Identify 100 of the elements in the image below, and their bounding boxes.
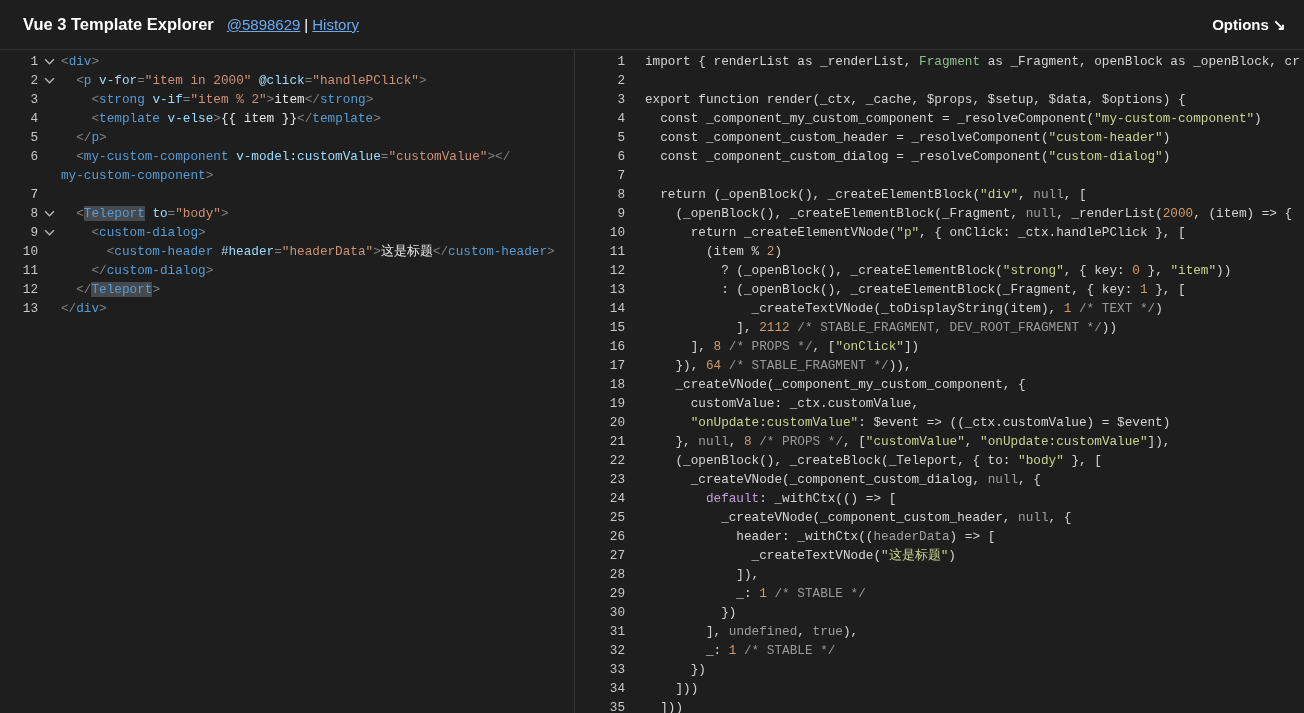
line-number: 4 bbox=[29, 110, 38, 128]
line-number: 6 bbox=[29, 148, 38, 166]
line-number: 5 bbox=[616, 129, 625, 147]
line-number: 12 bbox=[608, 262, 625, 280]
code-line: _createVNode(_component_custom_header, null, { bbox=[720, 509, 1072, 527]
line-number: 22 bbox=[608, 452, 625, 470]
fold-chevron-icon[interactable] bbox=[44, 210, 55, 217]
line-number: 24 bbox=[608, 490, 625, 508]
line-number: 7 bbox=[616, 167, 625, 185]
code-line: ? (_openBlock(), _createElementBlock("strong", { key: 0 }, "item")) bbox=[720, 262, 1232, 280]
line-number: 13 bbox=[608, 281, 625, 299]
code-line: ])) bbox=[659, 699, 684, 713]
code-line: </custom-dialog> bbox=[90, 262, 214, 280]
code-line: <div> bbox=[61, 53, 100, 71]
code-line: ], undefined, true), bbox=[704, 623, 859, 641]
code-line: </Teleport> bbox=[75, 281, 160, 299]
line-number: 17 bbox=[608, 357, 625, 375]
code-line: (item % 2) bbox=[704, 243, 783, 261]
line-number: 12 bbox=[21, 281, 38, 299]
code-line: _: 1 /* STABLE */ bbox=[704, 642, 836, 660]
line-number: 31 bbox=[608, 623, 625, 641]
line-number: 15 bbox=[608, 319, 625, 337]
code-line: "onUpdate:customValue": $event => ((_ctx.customValue) = $event) bbox=[689, 414, 1171, 432]
line-number: 26 bbox=[608, 528, 625, 546]
fold-chevron-icon[interactable] bbox=[44, 77, 55, 84]
line-number: 32 bbox=[608, 642, 625, 660]
line-number: 2 bbox=[29, 72, 38, 90]
line-number: 3 bbox=[616, 91, 625, 109]
code-line: <my-custom-component v-model:customValue="customValue"></ bbox=[75, 148, 511, 166]
line-number: 21 bbox=[608, 433, 625, 451]
line-number: 11 bbox=[608, 243, 625, 261]
line-number: 7 bbox=[29, 186, 38, 204]
code-line: const _component_custom_header = _resolveComponent("custom-header") bbox=[659, 129, 1171, 147]
line-number: 1 bbox=[29, 53, 38, 71]
line-number: 9 bbox=[29, 224, 38, 242]
code-line: }), 64 /* STABLE_FRAGMENT */)), bbox=[674, 357, 912, 375]
line-number: 14 bbox=[608, 300, 625, 318]
code-line: <custom-header #header="headerData">这是标题</custom-header> bbox=[105, 243, 555, 261]
code-line: (_openBlock(), _createElementBlock(_Fragment, null, _renderList(2000, (item) => { bbox=[674, 205, 1293, 223]
code-line: </div> bbox=[61, 300, 107, 318]
code-line: <Teleport to="body"> bbox=[75, 205, 229, 223]
code-line: return (_openBlock(), _createElementBlock("div", null, [ bbox=[659, 186, 1087, 204]
line-number: 9 bbox=[616, 205, 625, 223]
code-line: <template v-else>{{ item }}</template> bbox=[90, 110, 381, 128]
line-number: 8 bbox=[616, 186, 625, 204]
code-line: </p> bbox=[75, 129, 107, 147]
line-number: 16 bbox=[608, 338, 625, 356]
line-number: 20 bbox=[608, 414, 625, 432]
line-number: 23 bbox=[608, 471, 625, 489]
separator: | bbox=[304, 16, 309, 33]
code-line: <p v-for="item in 2000" @click="handlePClick"> bbox=[75, 72, 427, 90]
line-number: 10 bbox=[608, 224, 625, 242]
fold-chevron-icon[interactable] bbox=[44, 229, 55, 236]
fold-chevron-icon[interactable] bbox=[44, 58, 55, 65]
code-line: const _component_custom_dialog = _resolveComponent("custom-dialog") bbox=[659, 148, 1171, 166]
code-line: _createVNode(_component_my_custom_component, { bbox=[674, 376, 1026, 394]
code-line: _createTextVNode("这是标题") bbox=[750, 547, 956, 565]
code-line: }) bbox=[720, 604, 737, 622]
line-number: 1 bbox=[616, 53, 625, 71]
code-line: _createTextVNode(_toDisplayString(item), 1 /* TEXT */) bbox=[750, 300, 1163, 318]
code-line: _: 1 /* STABLE */ bbox=[735, 585, 866, 603]
code-line: : (_openBlock(), _createElementBlock(_Fragment, { key: 1 }, [ bbox=[720, 281, 1186, 299]
code-line: ], 2112 /* STABLE_FRAGMENT, DEV_ROOT_FRAGMENT */)) bbox=[735, 319, 1118, 337]
line-number: 28 bbox=[608, 566, 625, 584]
code-line: my-custom-component> bbox=[61, 167, 214, 185]
line-number: 29 bbox=[608, 585, 625, 603]
line-number: 19 bbox=[608, 395, 625, 413]
history-link[interactable]: History bbox=[312, 16, 359, 33]
code-line: (_openBlock(), _createBlock(_Teleport, { to: "body" }, [ bbox=[674, 452, 1102, 470]
commit-link[interactable]: @5898629 bbox=[226, 16, 301, 33]
options-link[interactable]: Options ↘ bbox=[1212, 15, 1286, 34]
line-number: 10 bbox=[21, 243, 38, 261]
line-number: 34 bbox=[608, 680, 625, 698]
line-number: 11 bbox=[21, 262, 38, 280]
code-line: ])) bbox=[674, 680, 699, 698]
line-number: 33 bbox=[608, 661, 625, 679]
code-line: <strong v-if="item % 2">item</strong> bbox=[90, 91, 374, 109]
line-number: 30 bbox=[608, 604, 625, 622]
line-number: 2 bbox=[616, 72, 625, 90]
code-line: }, null, 8 /* PROPS */, ["customValue", "onUpdate:customValue"]), bbox=[674, 433, 1171, 451]
code-line: export function render(_ctx, _cache, $props, $setup, $data, $options) { bbox=[645, 91, 1186, 109]
line-number: 18 bbox=[608, 376, 625, 394]
code-line: return _createElementVNode("p", { onClick: _ctx.handlePClick }, [ bbox=[689, 224, 1186, 242]
code-line: const _component_my_custom_component = _resolveComponent("my-custom-component") bbox=[659, 110, 1262, 128]
line-number: 4 bbox=[616, 110, 625, 128]
code-line: _createVNode(_component_custom_dialog, null, { bbox=[689, 471, 1041, 489]
line-number: 35 bbox=[608, 699, 625, 713]
code-line: <custom-dialog> bbox=[90, 224, 206, 242]
line-number: 27 bbox=[608, 547, 625, 565]
line-number: 5 bbox=[29, 129, 38, 147]
code-line: customValue: _ctx.customValue, bbox=[689, 395, 920, 413]
code-line: import { renderList as _renderList, Fragment as _Fragment, openBlock as _openBlock, cr bbox=[645, 53, 1300, 71]
line-number: 25 bbox=[608, 509, 625, 527]
line-number: 13 bbox=[21, 300, 38, 318]
code-line: ], 8 /* PROPS */, ["onClick"]) bbox=[689, 338, 920, 356]
line-number: 6 bbox=[616, 148, 625, 166]
code-line: ]), bbox=[735, 566, 760, 584]
code-line: }) bbox=[689, 661, 706, 679]
code-line: header: _withCtx((headerData) => [ bbox=[735, 528, 996, 546]
line-number: 3 bbox=[29, 91, 38, 109]
